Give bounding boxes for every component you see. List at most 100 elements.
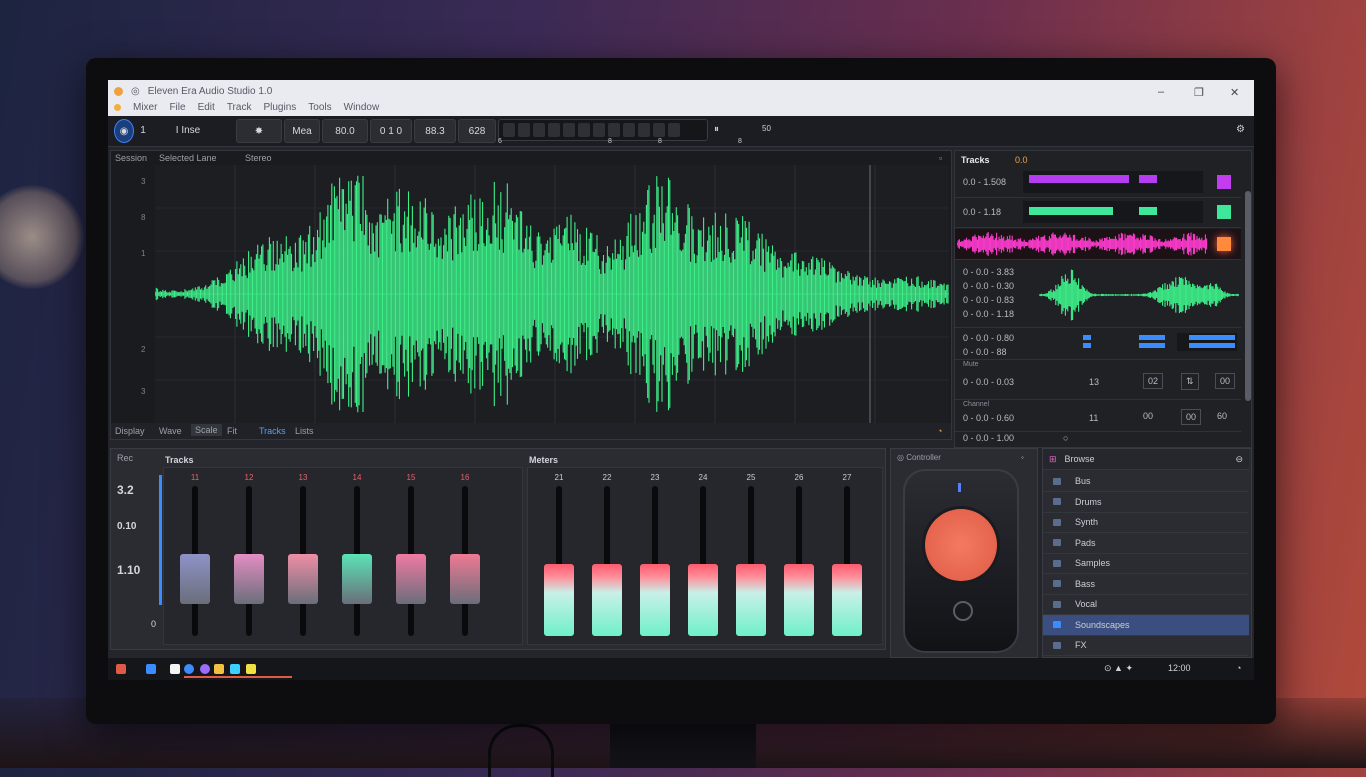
counter-display[interactable]: 628 bbox=[458, 119, 496, 143]
level-meter[interactable] bbox=[592, 564, 622, 636]
zoom-label[interactable]: 50 bbox=[762, 124, 771, 133]
jog-wheel[interactable] bbox=[925, 509, 997, 581]
transport-slot[interactable] bbox=[548, 123, 560, 137]
notes-icon[interactable] bbox=[246, 664, 256, 674]
app-icon[interactable] bbox=[146, 664, 156, 674]
browser-app-icon[interactable] bbox=[184, 664, 194, 674]
footer-tracks[interactable]: Tracks bbox=[259, 426, 286, 436]
fader-knob[interactable] bbox=[342, 553, 372, 604]
level-meter[interactable] bbox=[832, 564, 862, 636]
transport-slot[interactable] bbox=[608, 123, 620, 137]
track-row[interactable]: 0.0 - 1.508 bbox=[955, 169, 1241, 198]
browser-close-icon[interactable]: ⊖ bbox=[1235, 454, 1243, 465]
cell-value[interactable]: ⇅ bbox=[1181, 373, 1199, 390]
browser-item[interactable]: Synth bbox=[1043, 512, 1249, 533]
transport-slot[interactable] bbox=[578, 123, 590, 137]
footer-scale[interactable]: Scale bbox=[191, 424, 222, 436]
grid-row[interactable]: 0 - 0.0 - 0.03 13 02 ⇅ 00 bbox=[955, 369, 1241, 400]
browser-item[interactable]: Vocal bbox=[1043, 594, 1249, 615]
grid-row[interactable]: 0 - 0.0 - 0.60 11 00 00 60 bbox=[955, 407, 1241, 432]
fader-knob[interactable] bbox=[288, 553, 318, 604]
level-meter[interactable] bbox=[736, 564, 766, 636]
menu-item-window[interactable]: Window bbox=[344, 102, 380, 113]
settings-icon[interactable]: ⚙ bbox=[1236, 124, 1245, 135]
track-group[interactable]: 0 - 0.0 - 0.80 0 - 0.0 - 88 bbox=[955, 329, 1241, 360]
color-swatch[interactable] bbox=[1217, 237, 1231, 251]
pause-icon[interactable]: ⏸ bbox=[714, 124, 719, 135]
menu-item-mixer[interactable]: Mixer bbox=[133, 102, 157, 113]
cell-value[interactable]: 00 bbox=[1215, 373, 1236, 389]
transport-slot[interactable] bbox=[623, 123, 635, 137]
cell-value[interactable]: 13 bbox=[1089, 377, 1099, 387]
start-icon[interactable] bbox=[116, 664, 126, 674]
browser-item[interactable]: Bass bbox=[1043, 574, 1249, 595]
browser-item[interactable]: FX bbox=[1043, 635, 1249, 656]
alert-icon[interactable]: ◔ bbox=[937, 426, 942, 436]
signature-display[interactable]: 0 1 0 bbox=[370, 119, 412, 143]
cell-value[interactable]: 00 bbox=[1181, 409, 1202, 425]
browser-item[interactable]: Samples bbox=[1043, 553, 1249, 574]
browser-item[interactable]: Pads bbox=[1043, 533, 1249, 554]
scrollbar[interactable] bbox=[1245, 191, 1251, 401]
footer-lists[interactable]: Lists bbox=[295, 426, 314, 436]
fader-knob[interactable] bbox=[234, 553, 264, 604]
transport-slot[interactable] bbox=[638, 123, 650, 137]
level-meter[interactable] bbox=[688, 564, 718, 636]
menu-item-file[interactable]: File bbox=[169, 102, 185, 113]
sync-icon[interactable]: ◉ bbox=[114, 119, 134, 143]
transport-slot[interactable] bbox=[518, 123, 530, 137]
transport-slot[interactable] bbox=[668, 123, 680, 137]
cell-value[interactable]: 11 bbox=[1089, 413, 1098, 423]
waveform-canvas[interactable] bbox=[154, 165, 949, 423]
menu-item-edit[interactable]: Edit bbox=[198, 102, 215, 113]
level-meter[interactable] bbox=[544, 564, 574, 636]
notification-icon[interactable]: ◔ bbox=[1236, 663, 1241, 673]
bpm-display[interactable]: 80.0 bbox=[322, 119, 368, 143]
minimize-button[interactable]: – bbox=[1158, 86, 1164, 98]
transport-strip[interactable] bbox=[498, 119, 708, 141]
footer-display[interactable]: Display bbox=[115, 426, 145, 436]
color-swatch[interactable] bbox=[1217, 175, 1231, 189]
cell-value[interactable]: 60 bbox=[1217, 411, 1227, 421]
transport-slot[interactable] bbox=[503, 123, 515, 137]
tray-icons[interactable]: ⊙ ▲ ✦ bbox=[1104, 663, 1133, 674]
loop-icon[interactable]: ○ bbox=[1063, 433, 1068, 443]
transport-slot[interactable] bbox=[563, 123, 575, 137]
panel-menu-icon[interactable]: ▫ bbox=[939, 153, 942, 163]
level-meter[interactable] bbox=[640, 564, 670, 636]
app-icon[interactable] bbox=[170, 664, 180, 674]
track-row-active[interactable] bbox=[955, 229, 1241, 260]
tool-label[interactable]: I Inse bbox=[158, 119, 218, 141]
fader-knob[interactable] bbox=[180, 553, 210, 604]
jog-controller[interactable] bbox=[903, 469, 1019, 653]
track-group[interactable]: 0 - 0.0 - 3.83 0 - 0.0 - 0.30 0 - 0.0 - … bbox=[955, 263, 1241, 328]
menu-item-track[interactable]: Track bbox=[227, 102, 252, 113]
browser-item[interactable]: Soundscapes bbox=[1043, 614, 1249, 636]
panel-close-icon[interactable]: ◦ bbox=[1021, 453, 1024, 462]
fader-knob[interactable] bbox=[396, 553, 426, 604]
burst-icon[interactable]: ✸ bbox=[236, 119, 282, 143]
transport-slot[interactable] bbox=[653, 123, 665, 137]
footer-fit[interactable]: Fit bbox=[227, 426, 237, 436]
transport-slot[interactable] bbox=[593, 123, 605, 137]
fader-knob[interactable] bbox=[450, 553, 480, 604]
color-swatch[interactable] bbox=[1217, 205, 1231, 219]
nav-button[interactable]: Mea bbox=[284, 119, 320, 143]
jog-button[interactable] bbox=[953, 601, 973, 621]
back-icon[interactable]: ◎ bbox=[131, 86, 140, 97]
browser-item[interactable]: Bus bbox=[1043, 471, 1249, 492]
close-button[interactable]: ✕ bbox=[1230, 86, 1239, 99]
level-meter[interactable] bbox=[784, 564, 814, 636]
menu-item-tools[interactable]: Tools bbox=[308, 102, 331, 113]
app-icon[interactable] bbox=[200, 664, 210, 674]
browser-item[interactable]: Drums bbox=[1043, 492, 1249, 513]
footer-wave[interactable]: Wave bbox=[159, 426, 182, 436]
app-icon[interactable] bbox=[230, 664, 240, 674]
position-display[interactable]: 88.3 bbox=[414, 119, 456, 143]
track-row[interactable]: 0.0 - 1.18 bbox=[955, 199, 1241, 228]
folder-icon[interactable] bbox=[214, 664, 224, 674]
menu-item-plugins[interactable]: Plugins bbox=[263, 102, 296, 113]
maximize-button[interactable]: ❐ bbox=[1194, 86, 1204, 99]
cell-value[interactable]: 00 bbox=[1143, 411, 1153, 421]
transport-slot[interactable] bbox=[533, 123, 545, 137]
